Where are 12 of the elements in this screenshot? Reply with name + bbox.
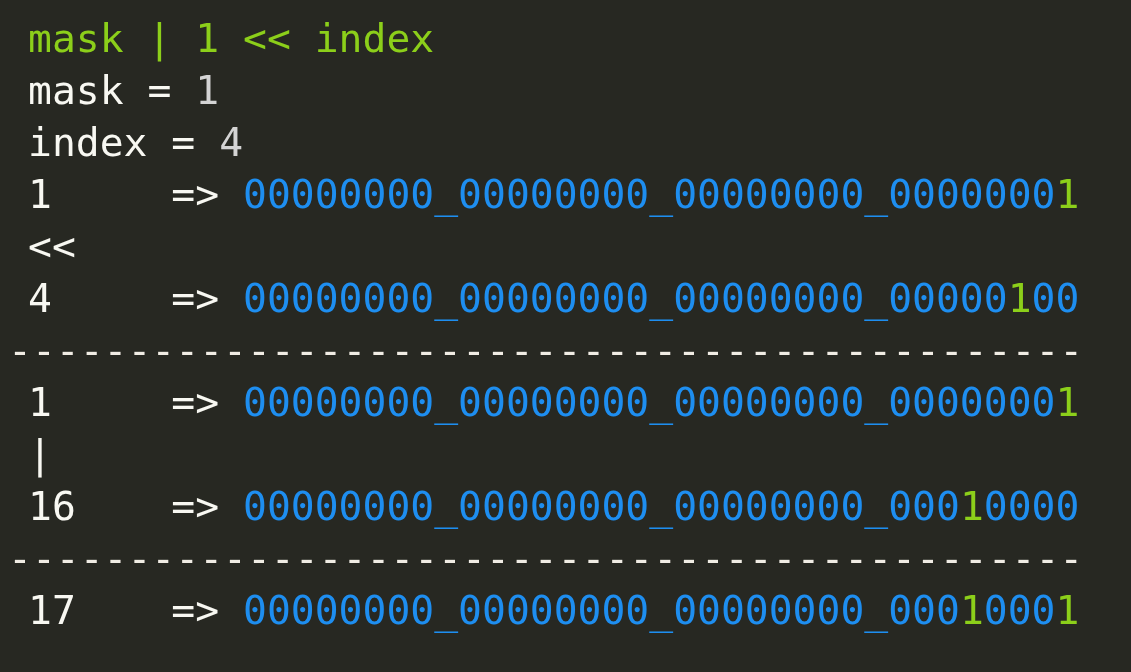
code-line: 16 => 00000000_00000000_00000000_00010000 [28,482,1080,531]
code-line: << [28,222,76,271]
code-line: mask = 1 [28,66,220,115]
code-line: 1 => 00000000_00000000_00000000_00000001 [28,378,1080,427]
code-line: | [28,430,52,480]
code-line: mask | 1 << index [28,14,435,64]
dashed-rule: --------------------------------------------- [8,326,1084,375]
dashed-rule: --------------------------------------------- [8,534,1084,583]
code-line: 4 => 00000000_00000000_00000000_00000100 [28,274,1080,323]
code-line: 17 => 00000000_00000000_00000000_00010001 [28,586,1080,635]
code-line: 1 => 00000000_00000000_00000000_00000001 [28,170,1080,219]
code-line: index = 4 [28,118,244,167]
